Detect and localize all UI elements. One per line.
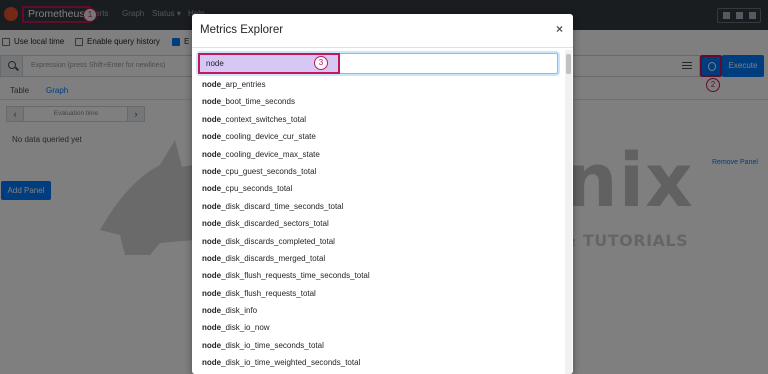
metric-name-suffix: _context_switches_total — [221, 114, 307, 124]
metric-name-suffix: _disk_discard_time_seconds_total — [221, 201, 344, 211]
modal-header: Metrics Explorer × — [192, 14, 573, 48]
metric-name-suffix: _boot_time_seconds — [221, 97, 295, 107]
metric-list-item[interactable]: node_cpu_guest_seconds_total — [192, 163, 562, 180]
close-icon[interactable]: × — [556, 22, 563, 36]
metric-name-suffix: _cooling_device_max_state — [221, 149, 320, 159]
metric-match-prefix: node — [202, 201, 222, 211]
metric-name-suffix: _disk_io_now — [221, 323, 270, 333]
metric-match-prefix: node — [202, 358, 222, 368]
metric-list-item[interactable]: node_arp_entries — [192, 76, 562, 93]
modal-scroll-thumb[interactable] — [566, 54, 571, 74]
metric-name-suffix: _disk_info — [221, 306, 258, 316]
metric-match-prefix: node — [202, 97, 222, 107]
metric-list-item[interactable]: node_boot_time_seconds — [192, 93, 562, 110]
metric-name-suffix: _disk_flush_requests_total — [221, 288, 316, 298]
metric-name-suffix: _cpu_guest_seconds_total — [221, 166, 317, 176]
callout-3: 3 — [314, 56, 328, 70]
metric-list-item[interactable]: node_disk_discards_merged_total — [192, 250, 562, 267]
metric-name-suffix: _arp_entries — [221, 80, 266, 89]
metric-match-prefix: node — [202, 132, 222, 142]
metric-list-item[interactable]: node_disk_discard_time_seconds_total — [192, 198, 562, 215]
metric-match-prefix: node — [202, 236, 222, 246]
metric-list-item[interactable]: node_disk_flush_requests_time_seconds_to… — [192, 267, 562, 284]
metric-match-prefix: node — [202, 271, 222, 281]
modal-title: Metrics Explorer — [200, 24, 284, 36]
metric-list-item[interactable]: node_disk_info — [192, 302, 562, 319]
metric-list-item[interactable]: node_disk_io_time_weighted_seconds_total — [192, 354, 562, 371]
metric-name-suffix: _cooling_device_cur_state — [221, 132, 316, 142]
metric-list-item[interactable]: node_context_switches_total — [192, 111, 562, 128]
metric-list-item[interactable]: node_disk_flush_requests_total — [192, 285, 562, 302]
metric-name-suffix: _disk_io_time_seconds_total — [221, 340, 324, 350]
metric-list-item[interactable]: node_disk_discards_completed_total — [192, 233, 562, 250]
metric-list-item[interactable]: node_cooling_device_max_state — [192, 146, 562, 163]
metric-name-suffix: _disk_io_time_weighted_seconds_total — [221, 358, 361, 368]
metric-name-suffix: _cpu_seconds_total — [221, 184, 293, 194]
metric-match-prefix: node — [202, 253, 222, 263]
metric-list-item[interactable]: node_disk_discarded_sectors_total — [192, 215, 562, 232]
metric-match-prefix: node — [202, 219, 222, 229]
metric-list: node_arp_entries node_boot_time_seconds no… — [192, 76, 562, 372]
metric-match-prefix: node — [202, 184, 222, 194]
metric-match-prefix: node — [202, 306, 222, 316]
modal-scrollbar[interactable] — [565, 50, 572, 374]
metric-name-suffix: _disk_flush_requests_time_seconds_total — [221, 271, 370, 281]
metric-name-suffix: _disk_discards_completed_total — [221, 236, 335, 246]
metric-match-prefix: node — [202, 80, 222, 89]
metrics-explorer-modal: Metrics Explorer × node 3 node_arp_entri… — [192, 14, 573, 374]
metric-list-item[interactable]: node_disk_io_time_seconds_total — [192, 337, 562, 354]
metric-list-item[interactable]: node_cooling_device_cur_state — [192, 128, 562, 145]
metric-filter-value: node — [206, 59, 224, 68]
metric-name-suffix: _disk_discarded_sectors_total — [221, 219, 329, 229]
metric-match-prefix: node — [202, 323, 222, 333]
metric-list-item[interactable]: node_cpu_seconds_total — [192, 180, 562, 197]
metric-name-suffix: _disk_discards_merged_total — [221, 253, 326, 263]
metric-match-prefix: node — [202, 340, 222, 350]
metric-match-prefix: node — [202, 166, 222, 176]
metric-match-prefix: node — [202, 288, 222, 298]
metric-list-item[interactable]: node_disk_io_now — [192, 319, 562, 336]
metric-match-prefix: node — [202, 149, 222, 159]
metric-match-prefix: node — [202, 114, 222, 124]
